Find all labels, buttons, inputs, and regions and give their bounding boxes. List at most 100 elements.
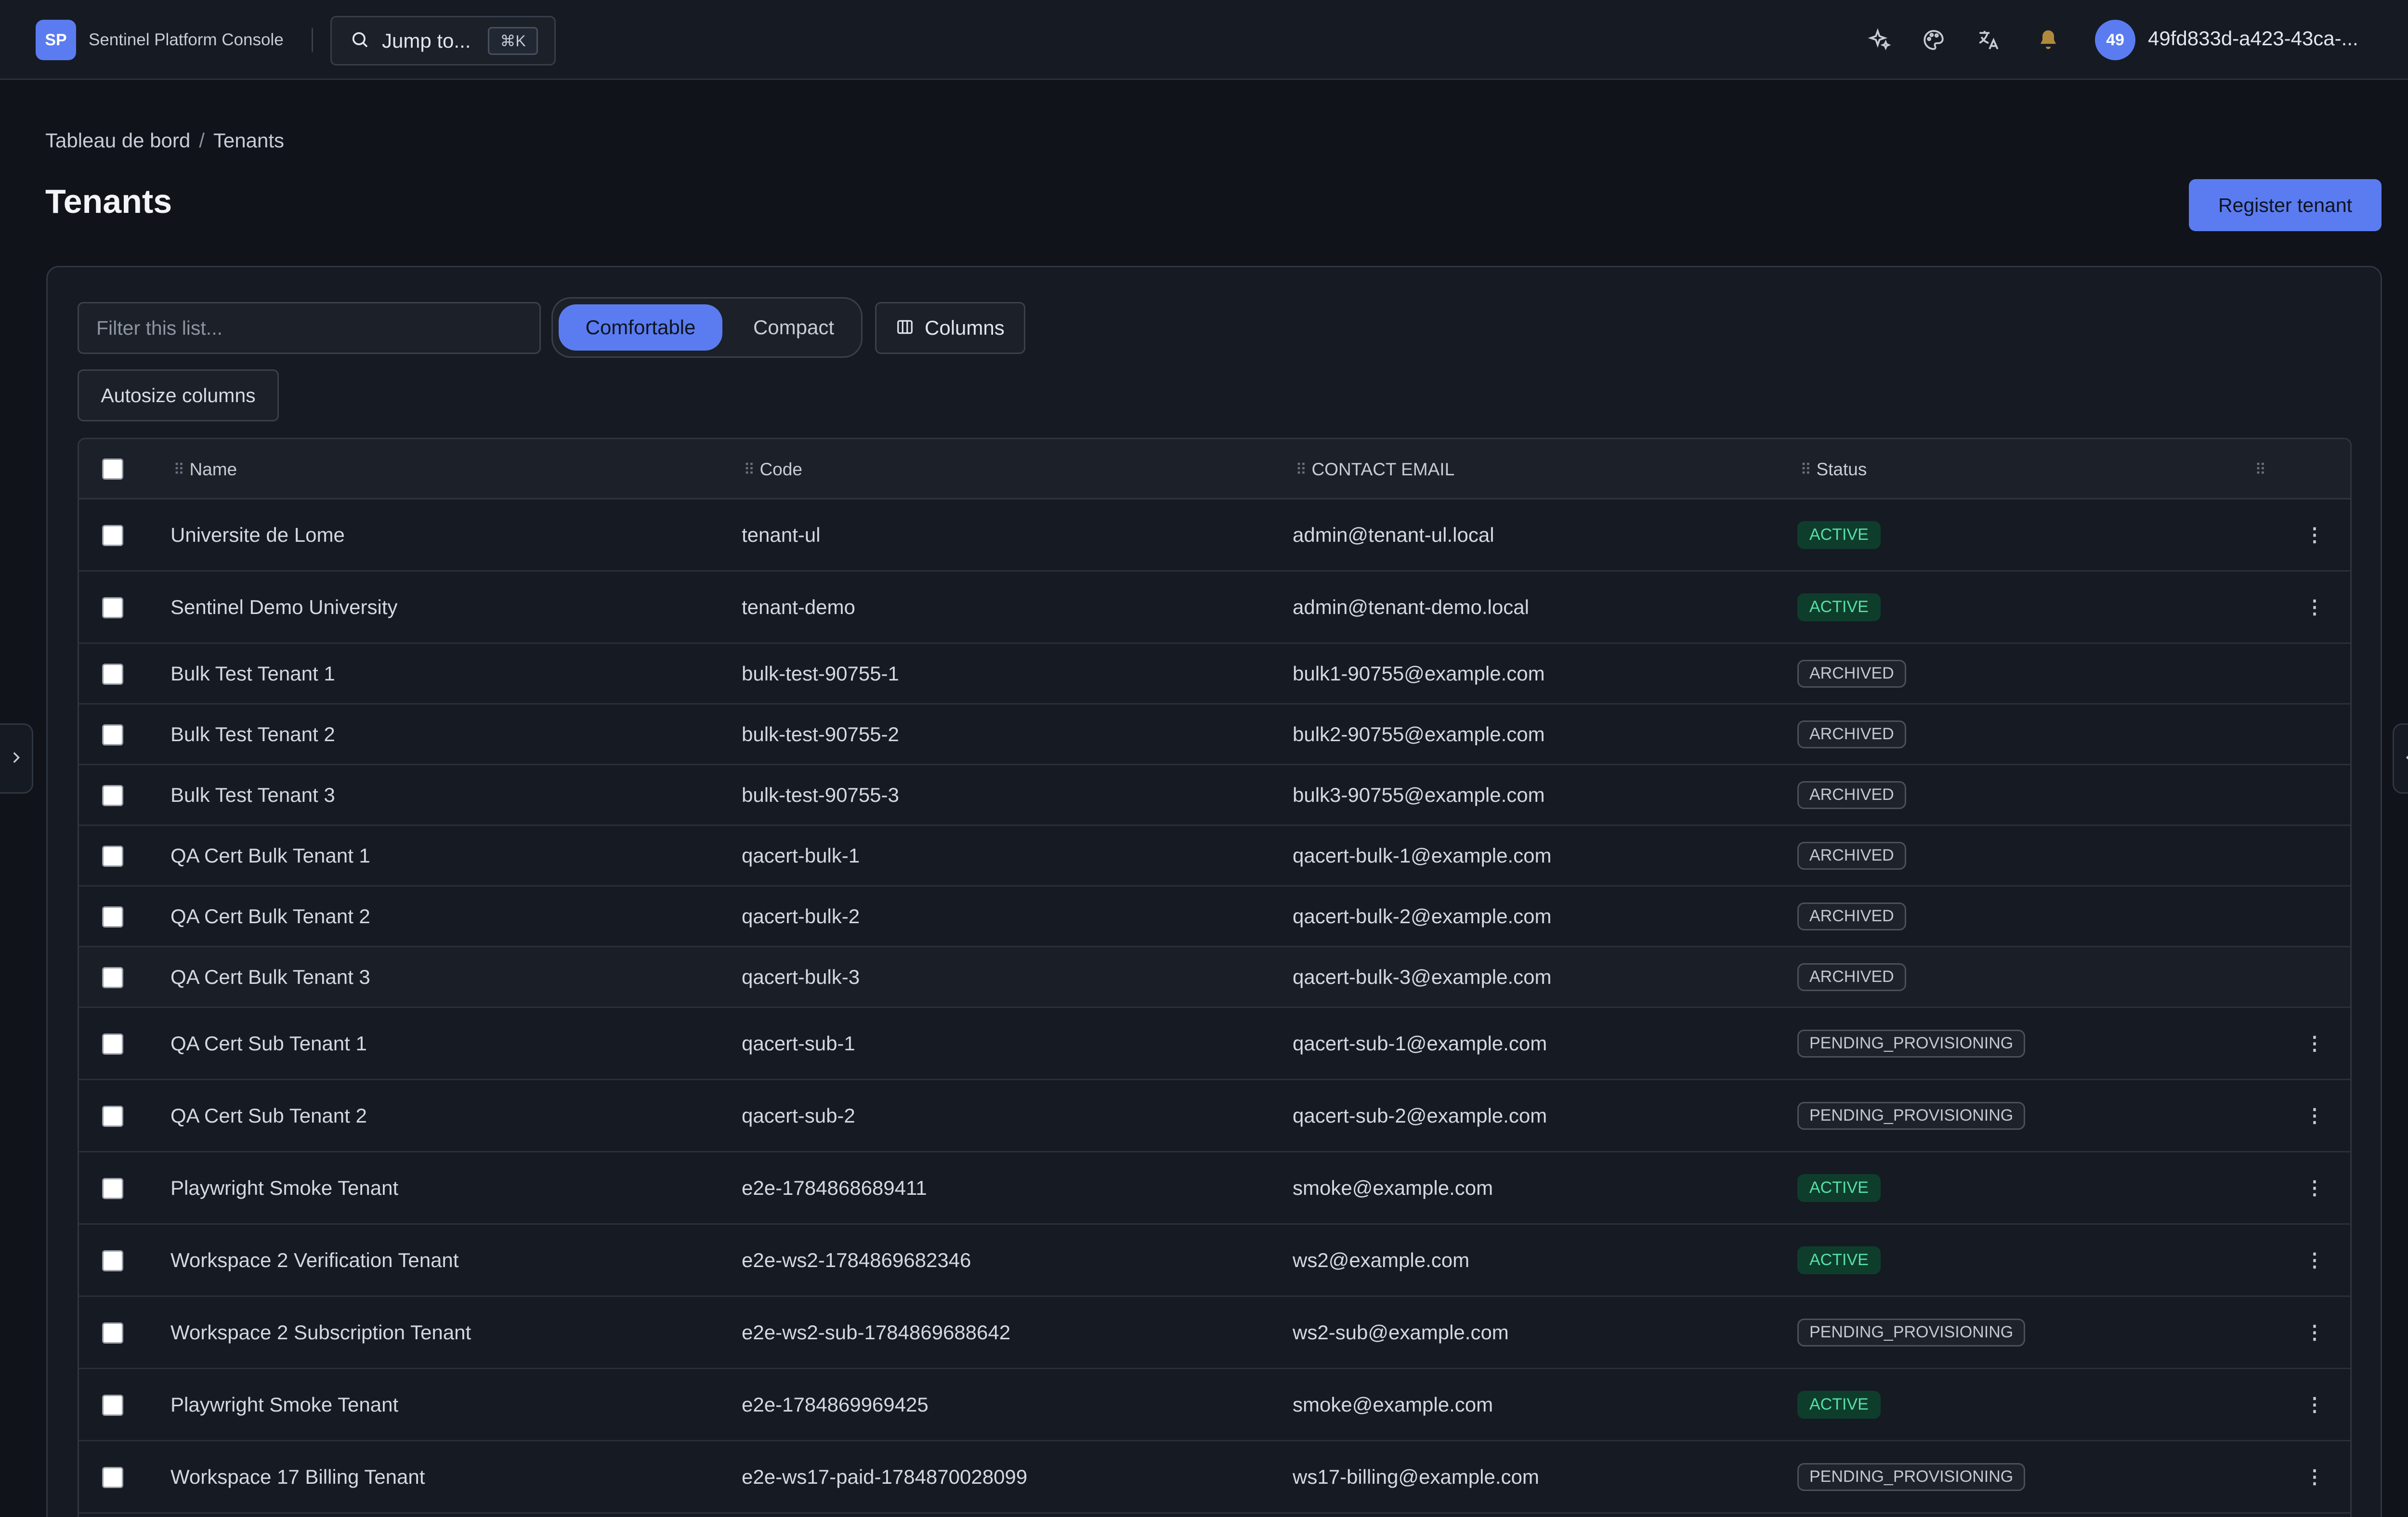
more-vertical-icon[interactable]: ⋮: [2305, 1177, 2324, 1199]
table-row[interactable]: Bulk Test Tenant 1 bulk-test-90755-1 bulk1…: [79, 644, 2350, 705]
tenant-email-cell: admin@tenant-demo.local: [1293, 595, 1529, 618]
column-header-contact-email[interactable]: ⠿ CONTACT EMAIL: [1296, 458, 1454, 482]
row-select-checkbox[interactable]: [102, 1395, 123, 1416]
row-select-checkbox[interactable]: [102, 1106, 123, 1127]
filter-input[interactable]: [78, 302, 541, 354]
tenant-code-cell: qacert-sub-1: [742, 1032, 855, 1055]
columns-button[interactable]: Columns: [875, 302, 1025, 354]
row-select-checkbox[interactable]: [102, 967, 123, 988]
table-row[interactable]: Bulk Test Tenant 2 bulk-test-90755-2 bulk2…: [79, 705, 2350, 765]
drag-handle-icon[interactable]: ⠿: [1800, 460, 1812, 479]
tenant-name-cell: QA Cert Bulk Tenant 3: [170, 965, 370, 988]
shortcut-hint: ⌘K: [488, 27, 538, 55]
row-select-checkbox[interactable]: [102, 1250, 123, 1271]
jump-to-search[interactable]: Jump to... ⌘K: [330, 16, 556, 65]
row-select-checkbox[interactable]: [102, 846, 123, 867]
tenant-email-cell: ws17-billing@example.com: [1293, 1465, 1539, 1488]
avatar[interactable]: 49: [2095, 20, 2135, 60]
table-row[interactable]: QA Cert Sub Tenant 1 qacert-sub-1 qacert-s…: [79, 1008, 2350, 1080]
table-row[interactable]: QA Cert Bulk Tenant 1 qacert-bulk-1 qacert…: [79, 826, 2350, 887]
row-select-checkbox[interactable]: [102, 1178, 123, 1199]
row-select-checkbox[interactable]: [102, 664, 123, 685]
drag-handle-icon[interactable]: ⠿: [1296, 460, 1307, 479]
table-row[interactable]: QA Cert Bulk Tenant 3 qacert-bulk-3 qacert…: [79, 947, 2350, 1008]
drag-handle-icon[interactable]: ⠿: [2255, 460, 2266, 479]
tenant-name-cell: QA Cert Bulk Tenant 1: [170, 844, 370, 867]
status-badge: ARCHIVED: [1797, 720, 1906, 748]
tenant-name-cell: Workspace 2 Subscription Tenant: [170, 1321, 471, 1344]
autosize-columns-button[interactable]: Autosize columns: [78, 369, 279, 421]
chevron-left-icon: [2402, 749, 2408, 768]
translate-icon[interactable]: [1972, 23, 2005, 57]
bell-icon[interactable]: [2031, 23, 2065, 57]
palette-icon[interactable]: [1917, 23, 1950, 57]
table-header: ⠿ Name ⠿ Code ⠿ CONTACT EMAIL ⠿ Status ⠿: [79, 439, 2350, 499]
status-badge: PENDING_PROVISIONING: [1797, 1463, 2026, 1491]
breadcrumb-home[interactable]: Tableau de bord: [45, 129, 190, 152]
status-badge: ARCHIVED: [1797, 902, 1906, 930]
page-title: Tenants: [45, 183, 172, 220]
status-badge: ACTIVE: [1797, 1246, 1881, 1274]
table-row[interactable]: QA Cert Bulk Tenant 2 qacert-bulk-2 qacert…: [79, 887, 2350, 947]
table-row[interactable]: Workspace 2 Verification Tenant e2e-ws2-1…: [79, 1225, 2350, 1297]
row-select-checkbox[interactable]: [102, 1467, 123, 1488]
tenant-email-cell: bulk2-90755@example.com: [1293, 722, 1545, 745]
select-all-checkbox[interactable]: [102, 458, 123, 480]
column-header-actions[interactable]: ⠿: [2255, 458, 2271, 482]
table-row[interactable]: Playwright Smoke Tenant e2e-1784869969425…: [79, 1369, 2350, 1441]
table-row[interactable]: Workspace 2 Subscription Tenant e2e-ws2-s…: [79, 1297, 2350, 1369]
tenant-name-cell: QA Cert Sub Tenant 1: [170, 1032, 367, 1055]
more-vertical-icon[interactable]: ⋮: [2305, 1033, 2324, 1055]
column-header-status[interactable]: ⠿ Status: [1800, 458, 1867, 482]
row-select-checkbox[interactable]: [102, 1322, 123, 1344]
density-compact-option[interactable]: Compact: [731, 304, 856, 351]
header-label: Code: [759, 459, 802, 479]
column-header-name[interactable]: ⠿ Name: [173, 458, 237, 482]
table-row[interactable]: Universite de Lome tenant-ul admin@tenant-…: [79, 499, 2350, 572]
more-vertical-icon[interactable]: ⋮: [2305, 596, 2324, 618]
row-select-checkbox[interactable]: [102, 597, 123, 618]
table-row[interactable]: Sentinel Demo University tenant-demo admin…: [79, 572, 2350, 644]
row-select-checkbox[interactable]: [102, 785, 123, 806]
row-select-checkbox[interactable]: [102, 906, 123, 928]
tenant-name-cell: QA Cert Bulk Tenant 2: [170, 904, 370, 928]
tenant-email-cell: qacert-sub-2@example.com: [1293, 1104, 1547, 1127]
tenant-email-cell: qacert-bulk-3@example.com: [1293, 965, 1552, 988]
more-vertical-icon[interactable]: ⋮: [2305, 1321, 2324, 1344]
tenant-code-cell: e2e-1784868689411: [742, 1176, 927, 1199]
tenant-code-cell: tenant-ul: [742, 523, 821, 546]
tenant-code-cell: qacert-bulk-1: [742, 844, 860, 867]
brand-name: Sentinel Platform Console: [89, 30, 284, 49]
more-vertical-icon[interactable]: ⋮: [2305, 1394, 2324, 1416]
table-row[interactable]: QA Cert Sub Tenant 2 qacert-sub-2 qacert-s…: [79, 1080, 2350, 1152]
more-vertical-icon[interactable]: ⋮: [2305, 1466, 2324, 1488]
drag-handle-icon[interactable]: ⠿: [744, 460, 755, 479]
sparkles-icon[interactable]: [1863, 23, 1897, 57]
expand-panel-handle[interactable]: [2393, 723, 2408, 794]
density-comfortable-option[interactable]: Comfortable: [559, 304, 722, 351]
drag-handle-icon[interactable]: ⠿: [173, 460, 185, 479]
breadcrumb: Tableau de bord / Tenants: [45, 129, 284, 152]
table-row[interactable]: Playwright Smoke Tenant e2e-1784868689411…: [79, 1152, 2350, 1225]
tenant-code-cell: e2e-1784869969425: [742, 1393, 929, 1416]
more-vertical-icon[interactable]: ⋮: [2305, 1105, 2324, 1127]
row-select-checkbox[interactable]: [102, 1033, 123, 1055]
user-id[interactable]: 49fd833d-a423-43ca-...: [2148, 27, 2379, 50]
expand-sidebar-handle[interactable]: [0, 723, 33, 794]
tenant-name-cell: Workspace 17 Billing Tenant: [170, 1465, 425, 1488]
table-row[interactable]: Bulk Test Tenant 3 bulk-test-90755-3 bulk3…: [79, 765, 2350, 826]
status-badge: ACTIVE: [1797, 1390, 1881, 1419]
tenants-table: ⠿ Name ⠿ Code ⠿ CONTACT EMAIL ⠿ Status ⠿ Uni…: [78, 438, 2352, 1517]
column-header-code[interactable]: ⠿ Code: [744, 458, 802, 482]
jump-to-label: Jump to...: [382, 29, 471, 52]
tenant-code-cell: bulk-test-90755-2: [742, 722, 899, 745]
status-badge: ARCHIVED: [1797, 659, 1906, 688]
row-select-checkbox[interactable]: [102, 525, 123, 546]
more-vertical-icon[interactable]: ⋮: [2305, 524, 2324, 546]
row-select-checkbox[interactable]: [102, 724, 123, 745]
register-tenant-button[interactable]: Register tenant: [2189, 179, 2382, 231]
more-vertical-icon[interactable]: ⋮: [2305, 1249, 2324, 1271]
table-row[interactable]: Workspace 17 Billing Tenant e2e-ws17-paid…: [79, 1441, 2350, 1514]
brand[interactable]: SP Sentinel Platform Console: [36, 20, 284, 60]
header-label: CONTACT EMAIL: [1311, 459, 1455, 479]
